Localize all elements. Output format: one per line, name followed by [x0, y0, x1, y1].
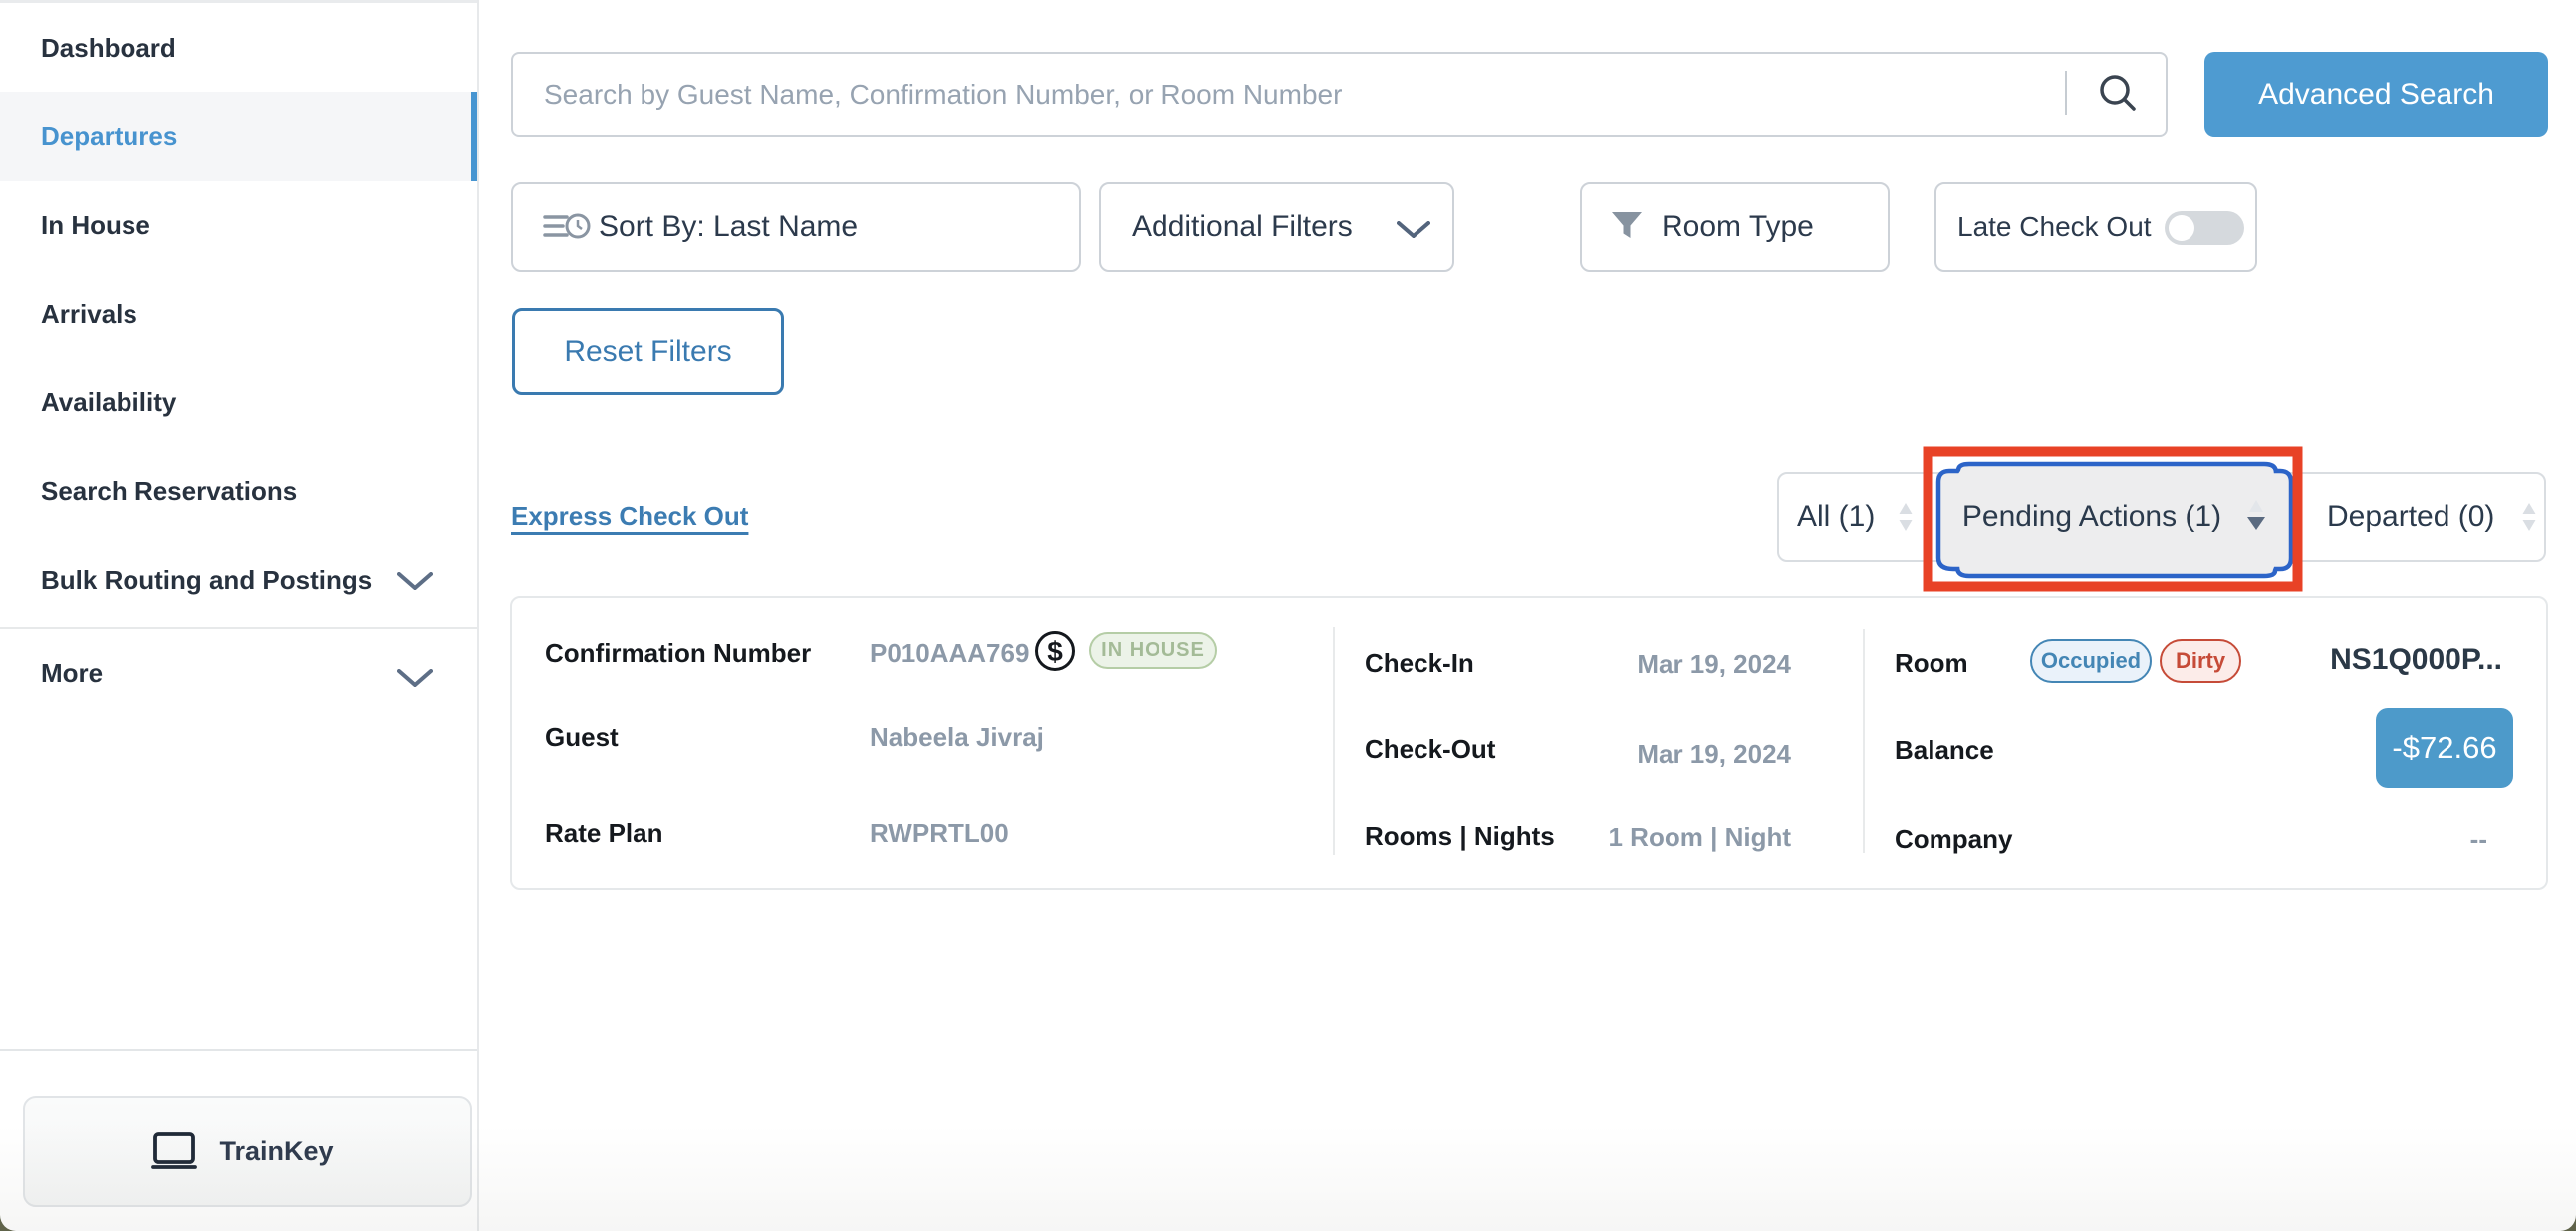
svg-text:$: $: [1047, 636, 1063, 667]
